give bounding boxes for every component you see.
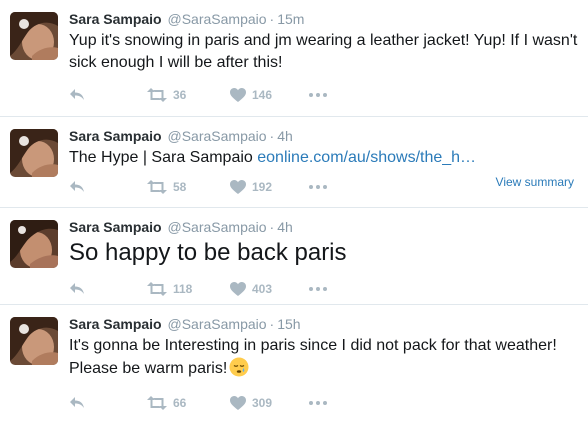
like-button[interactable]: 309 (230, 393, 272, 413)
tweet-text: So happy to be back paris (69, 239, 347, 266)
author-handle[interactable]: @SaraSampaio (168, 316, 267, 332)
more-icon (309, 185, 327, 189)
tweet-header: Sara Sampaio @SaraSampaio · 15h (69, 315, 301, 333)
more-icon (309, 93, 327, 97)
like-count: 403 (252, 282, 273, 296)
avatar[interactable] (10, 129, 58, 177)
sleepy-face-emoji (229, 357, 249, 377)
more-options-button[interactable] (309, 393, 327, 413)
reply-icon (70, 89, 84, 100)
retweet-icon (147, 88, 167, 102)
timestamp[interactable]: 15m (277, 11, 304, 27)
like-button[interactable]: 192 (230, 177, 272, 197)
retweet-icon (147, 282, 167, 296)
author-handle[interactable]: @SaraSampaio (168, 128, 267, 144)
author-name[interactable]: Sara Sampaio (69, 316, 162, 332)
tweet-actions: 66 309 (69, 393, 369, 413)
retweet-button[interactable]: 66 (147, 393, 186, 413)
timeline: Sara Sampaio @SaraSampaio · 15m Yup it's s… (0, 0, 588, 424)
tweet-actions: 36 146 (69, 85, 369, 105)
retweet-button[interactable]: 118 (147, 279, 192, 299)
retweet-count: 66 (173, 396, 187, 410)
tweet[interactable]: Sara Sampaio @SaraSampaio · 15h It's gonna… (0, 305, 588, 424)
retweet-button[interactable]: 58 (147, 177, 186, 197)
like-button[interactable]: 146 (230, 85, 272, 105)
tweet[interactable]: Sara Sampaio @SaraSampaio · 4h So happy to… (0, 208, 588, 305)
heart-icon (230, 396, 246, 410)
separator: · (269, 11, 275, 27)
separator: · (269, 316, 275, 332)
reply-button[interactable] (69, 177, 85, 197)
tweet-actions: 118 403 (69, 279, 369, 299)
like-button[interactable]: 403 (230, 279, 272, 299)
more-icon (309, 401, 327, 405)
tweet[interactable]: Sara Sampaio @SaraSampaio · 15m Yup it's s… (0, 0, 588, 117)
tweet-link[interactable]: eonline.com/au/shows/the_h… (257, 149, 476, 166)
like-count: 192 (252, 180, 273, 194)
reply-icon (70, 397, 84, 408)
reply-icon (70, 283, 84, 294)
tweet-header: Sara Sampaio @SaraSampaio · 4h (69, 218, 293, 236)
reply-button[interactable] (69, 279, 85, 299)
tweet-text-body: It's gonna be Interesting in paris since… (69, 337, 557, 377)
reply-button[interactable] (69, 85, 85, 105)
reply-icon (70, 181, 84, 192)
more-options-button[interactable] (309, 279, 327, 299)
tweet-text: It's gonna be Interesting in paris since… (69, 335, 580, 380)
tweet-text: Yup it's snowing in paris and jm wearing… (69, 32, 578, 71)
avatar[interactable] (10, 12, 58, 60)
view-summary-link[interactable]: View summary (496, 175, 574, 189)
timestamp[interactable]: 4h (277, 128, 293, 144)
tweet[interactable]: Sara Sampaio @SaraSampaio · 4h The Hype | … (0, 117, 588, 208)
timestamp[interactable]: 4h (277, 219, 293, 235)
like-count: 309 (252, 396, 273, 410)
retweet-icon (147, 396, 167, 410)
avatar[interactable] (10, 220, 58, 268)
heart-icon (230, 88, 246, 102)
more-icon (309, 287, 327, 291)
tweet-text: The Hype | Sara Sampaio eonline.com/au/s… (69, 147, 580, 169)
avatar[interactable] (10, 317, 58, 365)
retweet-count: 36 (173, 88, 187, 102)
heart-icon (230, 282, 246, 296)
heart-icon (230, 180, 246, 194)
retweet-icon (147, 180, 167, 194)
timestamp[interactable]: 15h (277, 316, 300, 332)
tweet-text-prefix: The Hype | Sara Sampaio (69, 149, 258, 166)
like-count: 146 (252, 88, 273, 102)
tweet-header: Sara Sampaio @SaraSampaio · 4h (69, 127, 293, 145)
more-options-button[interactable] (309, 85, 327, 105)
author-name[interactable]: Sara Sampaio (69, 219, 162, 235)
author-name[interactable]: Sara Sampaio (69, 128, 162, 144)
tweet-actions: 58 192 (69, 177, 369, 197)
author-name[interactable]: Sara Sampaio (69, 11, 162, 27)
more-options-button[interactable] (309, 177, 327, 197)
separator: · (269, 219, 275, 235)
reply-button[interactable] (69, 393, 85, 413)
retweet-count: 58 (173, 180, 187, 194)
retweet-button[interactable]: 36 (147, 85, 186, 105)
author-handle[interactable]: @SaraSampaio (168, 11, 267, 27)
tweet-header: Sara Sampaio @SaraSampaio · 15m (69, 10, 304, 28)
retweet-count: 118 (173, 282, 193, 296)
separator: · (269, 128, 275, 144)
author-handle[interactable]: @SaraSampaio (168, 219, 267, 235)
